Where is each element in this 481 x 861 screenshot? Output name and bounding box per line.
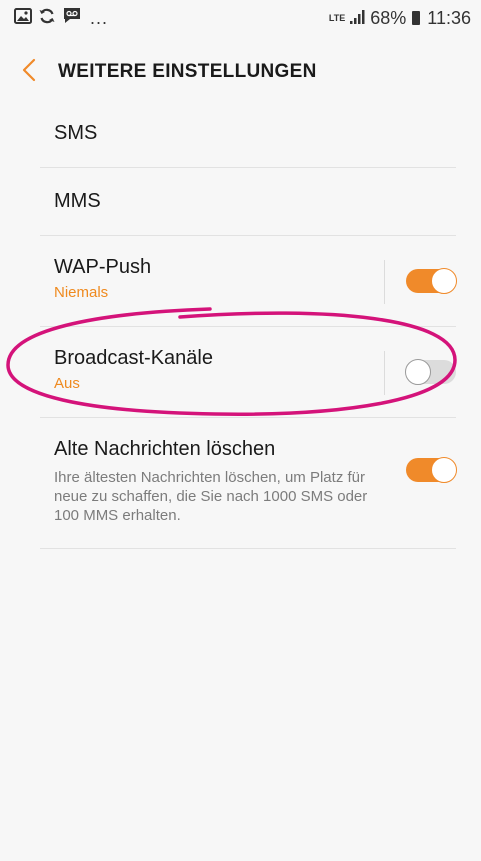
sync-icon (38, 7, 56, 30)
battery-icon (412, 11, 421, 25)
gallery-icon (14, 7, 32, 29)
page-title: WEITERE EINSTELLUNGEN (58, 61, 317, 82)
setting-title: MMS (54, 190, 101, 212)
setting-wap-push[interactable]: WAP-Push Niemals (40, 236, 457, 326)
setting-sms[interactable]: SMS (40, 100, 456, 167)
vertical-divider (384, 260, 385, 304)
status-right: LTE 68% 11:36 (329, 8, 471, 29)
vertical-divider (384, 351, 385, 395)
setting-delete-old-messages[interactable]: Alte Nachrichten löschen Ihre ältesten N… (40, 418, 457, 548)
battery-percent: 68% (370, 7, 407, 28)
setting-broadcast-channels[interactable]: Broadcast-Kanäle Aus (40, 327, 456, 417)
setting-text: Alte Nachrichten löschen Ihre ältesten N… (54, 438, 384, 525)
clock: 11:36 (427, 7, 471, 28)
toggle-knob (431, 457, 457, 483)
broadcast-channels-toggle[interactable] (405, 359, 456, 385)
settings-list: SMS MMS WAP-Push Niemals Broadcast-Kanäl… (40, 100, 457, 549)
more-notifications: ... (90, 7, 109, 28)
setting-title: SMS (54, 122, 98, 144)
voicemail-icon (62, 7, 82, 30)
back-button[interactable] (0, 44, 58, 100)
setting-subtitle: Niemals (54, 284, 109, 301)
setting-title: WAP-Push (54, 256, 152, 278)
status-left: ... (14, 7, 108, 30)
network-type: LTE (328, 12, 346, 23)
status-bar: ... LTE 68% 11:36 (0, 0, 481, 36)
setting-text: Broadcast-Kanäle Aus (54, 347, 213, 392)
toggle-knob (405, 359, 431, 385)
chevron-left-icon (22, 58, 36, 87)
setting-title: Alte Nachrichten löschen (54, 438, 276, 460)
screen: ... LTE 68% 11:36 WEITERE EINSTELLUNGEN … (0, 0, 481, 861)
divider (40, 548, 456, 549)
setting-mms[interactable]: MMS (40, 168, 456, 235)
signal-icon (350, 8, 366, 29)
app-header: WEITERE EINSTELLUNGEN (0, 44, 481, 100)
setting-title: Broadcast-Kanäle (54, 347, 213, 369)
setting-description: Ihre ältesten Nachrichten löschen, um Pl… (54, 469, 368, 524)
toggle-knob (431, 268, 457, 294)
setting-text: WAP-Push Niemals (54, 256, 151, 301)
delete-old-messages-toggle[interactable] (406, 457, 457, 483)
wap-push-toggle[interactable] (406, 268, 457, 294)
setting-subtitle: Aus (54, 375, 80, 392)
